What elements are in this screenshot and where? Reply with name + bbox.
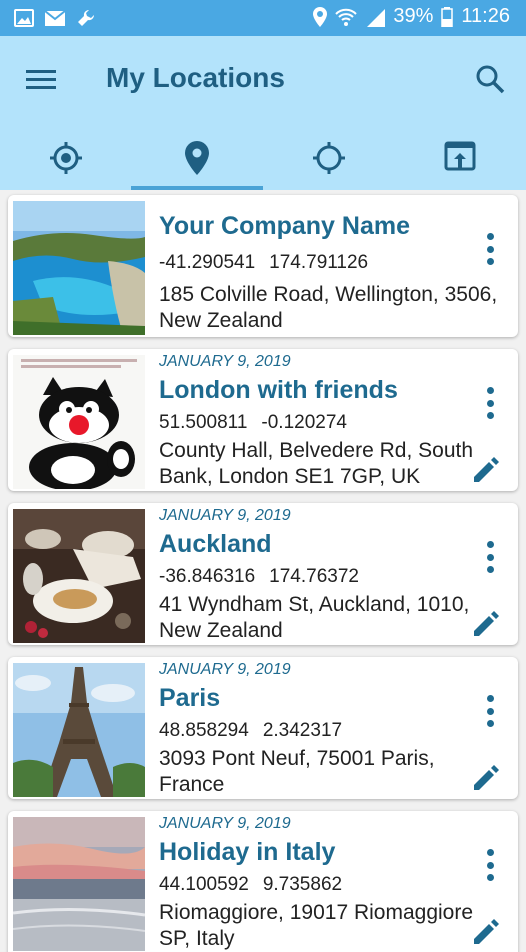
location-thumbnail — [13, 663, 145, 797]
place-pin-icon — [184, 141, 209, 175]
location-card[interactable]: JANUARY 9, 2019 Auckland -36.846316 174.7… — [8, 503, 518, 645]
image-icon — [14, 9, 34, 27]
location-card[interactable]: JANUARY 9, 2019 London with friends 51.5… — [8, 349, 518, 491]
more-options-button[interactable] — [478, 383, 502, 423]
location-coordinates: 51.500811 -0.120274 — [159, 412, 347, 434]
tab-gps-fixed[interactable] — [0, 134, 131, 190]
location-thumbnail — [13, 509, 145, 643]
location-name: Your Company Name — [159, 212, 410, 240]
edit-pencil-icon — [474, 611, 499, 636]
more-vert-icon — [486, 695, 494, 702]
location-card[interactable]: Your Company Name -41.290541 174.791126 1… — [8, 195, 518, 337]
location-date: JANUARY 9, 2019 — [159, 661, 291, 678]
location-address: County Hall, Belvedere Rd, South Bank, L… — [159, 439, 474, 488]
longitude: 2.342317 — [262, 720, 343, 741]
latitude: 48.858294 — [159, 720, 249, 741]
status-bar: 39% 11:26 — [0, 0, 526, 36]
tab-open-in-browser[interactable] — [394, 134, 525, 190]
dinner-table-photo — [13, 509, 145, 643]
edit-button[interactable] — [471, 455, 501, 485]
locations-list[interactable]: Your Company Name -41.290541 174.791126 1… — [0, 190, 526, 952]
location-address: Riomaggiore, 19017 Riomaggiore SP, Italy — [159, 901, 474, 950]
location-thumbnail — [13, 817, 145, 951]
longitude: 174.76372 — [269, 566, 359, 587]
app-bar: My Locations — [0, 36, 526, 190]
more-vert-icon — [486, 541, 494, 548]
more-vert-icon — [486, 849, 494, 856]
more-options-button[interactable] — [478, 537, 502, 577]
location-card[interactable]: JANUARY 9, 2019 Holiday in Italy 44.1005… — [8, 811, 518, 952]
tab-gps-not-fixed[interactable] — [263, 134, 394, 190]
location-name: Auckland — [159, 530, 272, 558]
gps-fixed-icon — [49, 142, 82, 174]
search-icon — [476, 65, 505, 94]
more-options-button[interactable] — [478, 845, 502, 885]
latitude: -36.846316 — [159, 566, 256, 587]
location-name: London with friends — [159, 376, 398, 404]
longitude: 9.735862 — [262, 874, 343, 895]
longitude: 174.791126 — [269, 252, 369, 273]
search-button[interactable] — [474, 63, 506, 95]
edit-pencil-icon — [474, 457, 499, 482]
gps-not-fixed-icon — [312, 142, 345, 174]
edit-pencil-icon — [474, 765, 499, 790]
latitude: 51.500811 — [159, 412, 248, 433]
location-date: JANUARY 9, 2019 — [159, 353, 291, 370]
location-date: JANUARY 9, 2019 — [159, 815, 291, 832]
more-options-button[interactable] — [478, 691, 502, 731]
menu-button[interactable] — [22, 64, 60, 94]
more-options-button[interactable] — [478, 229, 502, 269]
location-coordinates: -41.290541 174.791126 — [159, 252, 368, 274]
tab-bar — [0, 134, 526, 190]
wrench-icon — [78, 9, 95, 26]
edit-pencil-icon — [474, 919, 499, 944]
location-address: 185 Colville Road, Wellington, 3506, New… — [159, 283, 498, 332]
page-title: My Locations — [106, 62, 285, 93]
more-vert-icon — [486, 387, 494, 394]
seaside-sunset-photo — [13, 817, 145, 951]
wifi-icon — [335, 8, 358, 26]
location-name: Holiday in Italy — [159, 838, 336, 866]
location-address: 3093 Pont Neuf, 75001 Paris, France — [159, 747, 435, 796]
edit-button[interactable] — [471, 763, 501, 793]
menu-icon — [26, 70, 56, 89]
edit-button[interactable] — [471, 917, 501, 947]
longitude: -0.120274 — [261, 412, 347, 433]
location-address: 41 Wyndham St, Auckland, 1010, New Zeala… — [159, 593, 470, 642]
battery-percent: 39% — [393, 5, 434, 27]
edit-button[interactable] — [471, 609, 501, 639]
location-name: Paris — [159, 684, 221, 712]
location-coordinates: 48.858294 2.342317 — [159, 720, 342, 742]
more-vert-icon — [486, 233, 494, 240]
open-in-browser-icon — [444, 141, 475, 171]
battery-icon — [441, 6, 454, 27]
clock: 11:26 — [461, 5, 510, 27]
latitude: 44.100592 — [159, 874, 249, 895]
mail-icon — [44, 9, 66, 26]
location-thumbnail — [13, 201, 145, 335]
location-coordinates: -36.846316 174.76372 — [159, 566, 359, 588]
tab-place[interactable] — [131, 134, 262, 190]
location-icon — [313, 6, 328, 27]
beach-cliff-photo — [13, 201, 145, 335]
location-card[interactable]: JANUARY 9, 2019 Paris 48.858294 2.342317 … — [8, 657, 518, 799]
latitude: -41.290541 — [159, 252, 256, 273]
location-coordinates: 44.100592 9.735862 — [159, 874, 342, 896]
location-thumbnail — [13, 355, 145, 489]
signal-icon — [367, 8, 386, 27]
cartoon-cat-photo — [13, 355, 145, 489]
eiffel-tower-photo — [13, 663, 145, 797]
location-date: JANUARY 9, 2019 — [159, 507, 291, 524]
